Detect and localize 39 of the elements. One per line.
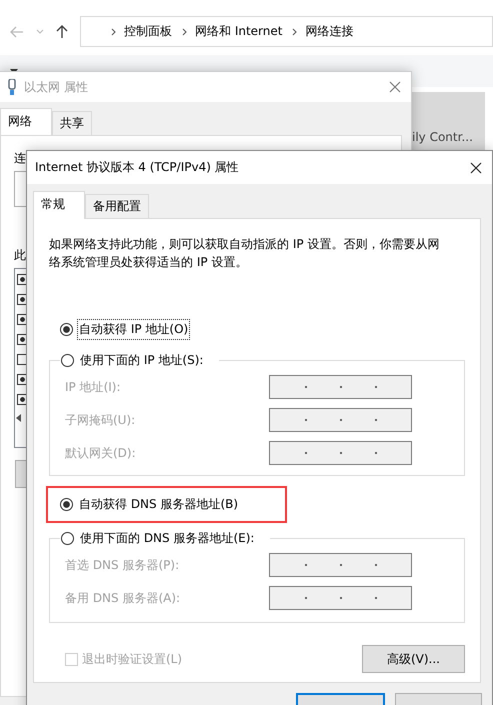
radio-button[interactable] [60, 498, 73, 511]
ip-address-field[interactable] [269, 375, 412, 399]
window-title: 以太网 属性 [24, 78, 89, 96]
breadcrumb-item[interactable]: 控制面板 [124, 23, 172, 40]
field-label: 子网掩码(U): [65, 412, 136, 428]
radio-button[interactable] [60, 323, 73, 336]
chevron-right-icon[interactable] [111, 28, 116, 36]
radio-label[interactable]: 自动获得 IP 地址(O) [77, 319, 190, 340]
radio-label[interactable]: 自动获得 DNS 服务器地址(B) [77, 494, 240, 515]
chevron-right-icon[interactable] [292, 28, 298, 36]
field-label: 备用 DNS 服务器(A): [65, 590, 180, 606]
chevron-right-icon[interactable] [182, 28, 187, 36]
field-label: IP 地址(I): [65, 378, 121, 396]
tab[interactable]: 备用配置 [85, 194, 149, 218]
tab[interactable]: 常规 [33, 191, 85, 219]
window-title: Internet 协议版本 4 (TCP/IPv4) 属性 [35, 159, 240, 176]
field-label: 首选 DNS 服务器(P): [65, 556, 180, 574]
ip-address-field[interactable] [269, 441, 412, 465]
tab[interactable]: 共享 [52, 111, 92, 135]
up-arrow-icon[interactable] [56, 25, 68, 38]
ip-address-field[interactable] [269, 586, 412, 610]
radio-button[interactable] [61, 532, 74, 545]
radio-label[interactable]: 使用下面的 DNS 服务器地址(E): [78, 528, 256, 549]
advanced-button[interactable]: 高级(V)... [362, 645, 465, 673]
description-text: 如果网络支持此功能，则可以获取自动指派的 IP 设置。否则，你需要从网络系统管理员处获得适当的 IP 设置。 [49, 236, 440, 271]
section-label: 此 [14, 247, 26, 264]
address-bar[interactable]: 控制面板 网络和 Internet 网络连接 [80, 16, 493, 47]
radio-label[interactable]: 使用下面的 IP 地址(S): [78, 350, 206, 371]
breadcrumb-item[interactable]: 网络和 Internet [195, 23, 282, 40]
ip-address-field[interactable] [269, 553, 412, 577]
close-icon[interactable] [470, 162, 482, 174]
tab[interactable]: 网络 [0, 108, 52, 136]
field-label: 默认网关(D): [65, 444, 136, 462]
radio-button[interactable] [61, 354, 74, 367]
scroll-left-icon[interactable] [16, 414, 21, 422]
breadcrumb-item[interactable]: 网络连接 [305, 23, 354, 40]
connection-name[interactable]: ily Contr... [412, 130, 473, 144]
ip-address-field[interactable] [269, 408, 412, 432]
section-label: 连 [14, 150, 26, 167]
